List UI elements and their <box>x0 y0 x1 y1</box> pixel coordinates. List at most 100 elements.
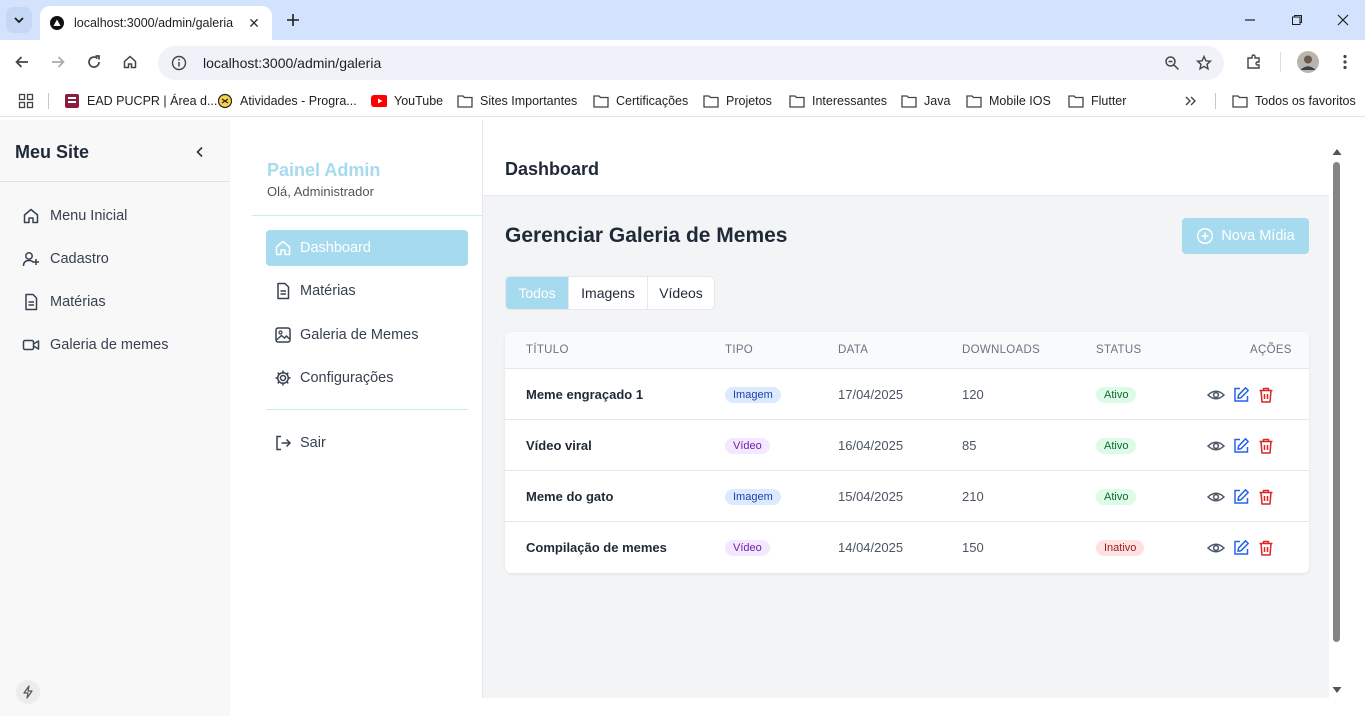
extensions-icon[interactable] <box>1242 50 1266 74</box>
edit-icon[interactable] <box>1232 539 1250 557</box>
admin-nav-dashboard[interactable]: Dashboard <box>266 230 468 266</box>
bolt-icon[interactable] <box>16 680 40 704</box>
status-badge: Ativo <box>1096 386 1137 403</box>
topbar-title: Dashboard <box>505 159 600 179</box>
delete-trash-icon[interactable] <box>1257 539 1275 557</box>
status-badge: Ativo <box>1096 488 1137 505</box>
forward-icon[interactable] <box>46 50 70 74</box>
folder-icon <box>789 93 805 109</box>
row-downloads: 120 <box>962 387 984 402</box>
row-date: 14/04/2025 <box>838 540 904 555</box>
logout-button[interactable]: Sair <box>266 425 468 461</box>
apps-icon[interactable] <box>18 91 34 111</box>
scrollbar-thumb[interactable] <box>1333 162 1340 642</box>
admin-nav-materias[interactable]: Matérias <box>266 273 468 309</box>
media-filter-tabs: Todos Imagens Vídeos <box>505 276 715 310</box>
delete-trash-icon[interactable] <box>1257 437 1275 455</box>
logout-icon <box>274 434 292 452</box>
tab-search-chevron-icon[interactable] <box>6 7 32 33</box>
close-window-icon[interactable] <box>1331 8 1355 32</box>
restore-icon[interactable] <box>1285 8 1309 32</box>
user-plus-icon <box>22 250 40 268</box>
folder-icon <box>593 93 609 109</box>
admin-divider <box>252 215 482 216</box>
delete-trash-icon[interactable] <box>1257 386 1275 404</box>
sidebar-item-cadastro[interactable]: Cadastro <box>22 247 109 271</box>
row-title: Compilação de memes <box>526 540 667 555</box>
row-actions <box>1207 369 1275 420</box>
bookmark-folder-certificacoes[interactable]: Certificações <box>593 91 688 111</box>
bookmark-star-icon[interactable] <box>1192 51 1216 75</box>
home-button-icon[interactable] <box>118 50 142 74</box>
youtube-icon <box>371 93 387 109</box>
bookmark-youtube[interactable]: YouTube <box>371 91 443 111</box>
delete-trash-icon[interactable] <box>1257 488 1275 506</box>
video-icon <box>22 336 40 354</box>
media-table: TÍTULO TIPO DATA DOWNLOADS STATUS AÇÕES … <box>505 332 1309 573</box>
page-title: Gerenciar Galeria de Memes <box>505 224 788 247</box>
address-bar[interactable]: localhost:3000/admin/galeria <box>158 46 1224 80</box>
back-icon[interactable] <box>10 50 34 74</box>
table-row: Compilação de memes Vídeo 14/04/2025 150… <box>505 522 1309 573</box>
row-actions <box>1207 522 1275 573</box>
sidebar-item-galeria-de-memes[interactable]: Galeria de memes <box>22 333 168 357</box>
bookmark-folder-interessantes[interactable]: Interessantes <box>789 91 887 111</box>
bookmark-ead-pucpr[interactable]: EAD PUCPR | Área d... <box>64 91 217 111</box>
view-eye-icon[interactable] <box>1207 437 1225 455</box>
filter-imagens[interactable]: Imagens <box>569 277 648 309</box>
bookmark-folder-sites-importantes[interactable]: Sites Importantes <box>457 91 577 111</box>
bookmark-atividades[interactable]: Atividades - Progra... <box>217 91 357 111</box>
close-tab-icon[interactable]: ✕ <box>246 15 262 32</box>
column-header-downloads: DOWNLOADS <box>962 344 1041 356</box>
type-badge: Vídeo <box>725 539 770 556</box>
column-header-data: DATA <box>838 344 869 356</box>
bookmark-folder-projetos[interactable]: Projetos <box>703 91 772 111</box>
home-icon <box>22 207 40 225</box>
pucpr-icon <box>64 93 80 109</box>
new-media-button[interactable]: Nova Mídia <box>1182 218 1309 254</box>
admin-nav-galeria-de-memes[interactable]: Galeria de Memes <box>266 317 468 353</box>
row-date: 15/04/2025 <box>838 489 904 504</box>
row-downloads: 150 <box>962 540 984 555</box>
edit-icon[interactable] <box>1232 386 1250 404</box>
table-header: TÍTULO TIPO DATA DOWNLOADS STATUS AÇÕES <box>505 332 1309 369</box>
view-eye-icon[interactable] <box>1207 386 1225 404</box>
page: Meu Site Menu Inicial Cadastro Matérias … <box>0 120 1365 716</box>
all-bookmarks-folder[interactable]: Todos os favoritos <box>1232 91 1356 111</box>
collapse-sidebar-icon[interactable] <box>190 142 210 162</box>
edit-icon[interactable] <box>1232 488 1250 506</box>
column-header-acoes: AÇÕES <box>1250 344 1292 356</box>
page-scrollbar[interactable] <box>1329 120 1345 698</box>
browser-tab[interactable]: localhost:3000/admin/galeria ✕ <box>40 6 272 40</box>
bookmark-folder-flutter[interactable]: Flutter <box>1068 91 1126 111</box>
bookmark-folder-java[interactable]: Java <box>901 91 950 111</box>
filter-videos[interactable]: Vídeos <box>648 277 714 309</box>
admin-title: Painel Admin <box>267 160 381 180</box>
scroll-up-arrow-icon[interactable] <box>1331 147 1343 157</box>
status-badge: Ativo <box>1096 437 1137 454</box>
reload-icon[interactable] <box>82 50 106 74</box>
sidebar-item-materias[interactable]: Matérias <box>22 290 106 314</box>
browser-menu-icon[interactable] <box>1333 50 1357 74</box>
site-info-icon[interactable] <box>170 54 188 72</box>
admin-greeting: Olá, Administrador <box>267 184 374 199</box>
bookmark-folder-mobile-ios[interactable]: Mobile IOS <box>966 91 1051 111</box>
zoom-icon[interactable] <box>1160 51 1184 75</box>
more-bookmarks-chevron-icon[interactable] <box>1184 91 1198 111</box>
scroll-down-arrow-icon[interactable] <box>1331 685 1343 695</box>
view-eye-icon[interactable] <box>1207 488 1225 506</box>
filter-todos[interactable]: Todos <box>506 277 569 309</box>
admin-nav-configuracoes[interactable]: Configurações <box>266 360 468 396</box>
main-topbar: Dashboard <box>483 120 1330 196</box>
tab-title: localhost:3000/admin/galeria <box>74 16 234 30</box>
row-downloads: 210 <box>962 489 984 504</box>
status-badge: Inativo <box>1096 539 1145 556</box>
sidebar-item-menu-inicial[interactable]: Menu Inicial <box>22 204 127 228</box>
edit-icon[interactable] <box>1232 437 1250 455</box>
profile-avatar[interactable] <box>1296 50 1320 74</box>
row-date: 16/04/2025 <box>838 438 904 453</box>
row-title: Vídeo viral <box>526 438 592 453</box>
minimize-icon[interactable] <box>1238 8 1262 32</box>
view-eye-icon[interactable] <box>1207 539 1225 557</box>
new-tab-icon[interactable] <box>282 9 304 31</box>
